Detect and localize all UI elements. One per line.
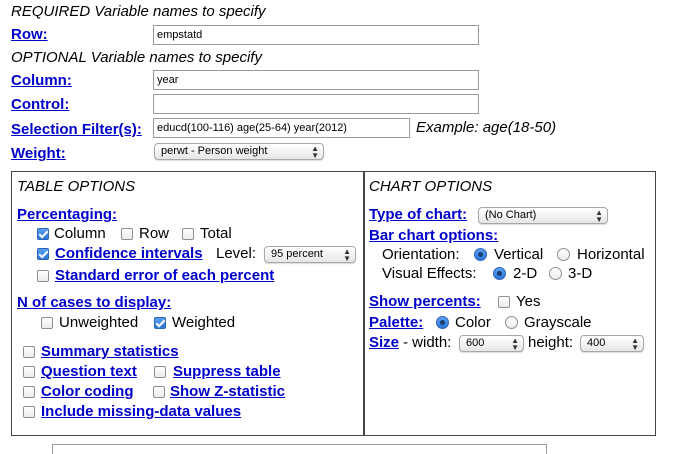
height-select[interactable]: 400 ▲ ▼ [580, 335, 644, 352]
missing-data-checkbox[interactable] [23, 406, 35, 418]
row-label-link[interactable]: Row: [11, 26, 48, 43]
height-label: height: [528, 334, 574, 351]
select-arrows-icon: ▲ ▼ [311, 143, 319, 160]
horizontal-label: Horizontal [577, 246, 645, 263]
width-value: 600 [466, 337, 485, 349]
row-input[interactable] [153, 25, 479, 45]
z-statistic-link[interactable]: Show Z-statistic [170, 383, 285, 400]
suppress-table-link[interactable]: Suppress table [173, 363, 281, 380]
select-arrows-icon: ▲ ▼ [511, 335, 519, 352]
selection-filter-label-link[interactable]: Selection Filter(s): [11, 121, 142, 138]
question-text-checkbox[interactable] [23, 366, 35, 378]
level-label: Level: [216, 245, 257, 262]
weight-label-link[interactable]: Weight: [11, 145, 66, 162]
vertical-radio[interactable] [474, 248, 487, 261]
width-label: - width: [403, 334, 452, 351]
confidence-level-value: 95 percent [271, 248, 323, 260]
select-arrows-icon: ▲ ▼ [631, 335, 639, 352]
horizontal-radio[interactable] [557, 248, 570, 261]
summary-statistics-checkbox[interactable] [23, 346, 35, 358]
control-input[interactable] [153, 94, 479, 114]
optional-heading: OPTIONAL Variable names to specify [11, 49, 262, 66]
filter-example-text: Example: age(18-50) [416, 119, 557, 136]
weight-select-value: perwt - Person weight [161, 145, 268, 157]
unweighted-label: Unweighted [59, 314, 139, 331]
palette-link[interactable]: Palette: [369, 314, 423, 331]
confidence-intervals-link[interactable]: Confidence intervals [55, 245, 203, 262]
color-radio[interactable] [436, 316, 449, 329]
confidence-level-select[interactable]: 95 percent ▲ ▼ [264, 246, 356, 263]
weight-select[interactable]: perwt - Person weight ▲ ▼ [154, 143, 324, 160]
n-cases-link[interactable]: N of cases to display: [17, 294, 171, 311]
show-percents-checkbox[interactable] [498, 296, 510, 308]
width-select[interactable]: 600 ▲ ▼ [459, 335, 524, 352]
chart-type-link[interactable]: Type of chart: [369, 206, 467, 223]
total-percent-checkbox[interactable] [182, 228, 194, 240]
show-percents-link[interactable]: Show percents: [369, 293, 481, 310]
vertical-label: Vertical [494, 246, 544, 263]
two-d-label: 2-D [513, 265, 538, 282]
percentaging-link[interactable]: Percentaging: [17, 206, 117, 223]
grayscale-radio[interactable] [505, 316, 518, 329]
height-value: 400 [587, 337, 606, 349]
orientation-label: Orientation: [382, 246, 460, 263]
three-d-label: 3-D [568, 265, 593, 282]
missing-data-link[interactable]: Include missing-data values [41, 403, 241, 420]
grayscale-label: Grayscale [524, 314, 592, 331]
standard-error-checkbox[interactable] [37, 270, 49, 282]
column-percent-label: Column [54, 225, 106, 242]
visual-effects-label: Visual Effects: [382, 265, 477, 282]
chart-type-value: (No Chart) [485, 209, 537, 221]
z-statistic-checkbox[interactable] [153, 386, 165, 398]
weighted-label: Weighted [172, 314, 236, 331]
row-percent-checkbox[interactable] [121, 228, 133, 240]
column-input[interactable] [153, 70, 479, 90]
suppress-table-checkbox[interactable] [154, 366, 166, 378]
color-label: Color [455, 314, 491, 331]
select-arrows-icon: ▲ ▼ [595, 207, 603, 224]
color-coding-checkbox[interactable] [23, 386, 35, 398]
total-percent-label: Total [200, 225, 232, 242]
two-d-radio[interactable] [493, 267, 506, 280]
table-options-heading: TABLE OPTIONS [17, 178, 136, 195]
select-arrows-icon: ▲ ▼ [343, 246, 351, 263]
control-label-link[interactable]: Control: [11, 96, 69, 113]
show-percents-yes-label: Yes [516, 293, 541, 310]
row-percent-label: Row [139, 225, 170, 242]
title-input-partial[interactable] [52, 444, 547, 454]
standard-error-link[interactable]: Standard error of each percent [55, 267, 274, 284]
color-coding-link[interactable]: Color coding [41, 383, 134, 400]
weighted-checkbox[interactable] [154, 317, 166, 329]
chart-options-heading: CHART OPTIONS [369, 178, 493, 195]
unweighted-checkbox[interactable] [41, 317, 53, 329]
required-heading: REQUIRED Variable names to specify [11, 3, 266, 20]
question-text-link[interactable]: Question text [41, 363, 137, 380]
bar-chart-options-link[interactable]: Bar chart options: [369, 227, 498, 244]
size-link[interactable]: Size [369, 334, 399, 351]
column-percent-checkbox[interactable] [37, 228, 49, 240]
three-d-radio[interactable] [549, 267, 562, 280]
selection-filter-input[interactable] [153, 118, 410, 138]
summary-statistics-link[interactable]: Summary statistics [41, 343, 179, 360]
column-label-link[interactable]: Column: [11, 72, 72, 89]
chart-type-select[interactable]: (No Chart) ▲ ▼ [478, 207, 608, 224]
confidence-intervals-checkbox[interactable] [37, 248, 49, 260]
